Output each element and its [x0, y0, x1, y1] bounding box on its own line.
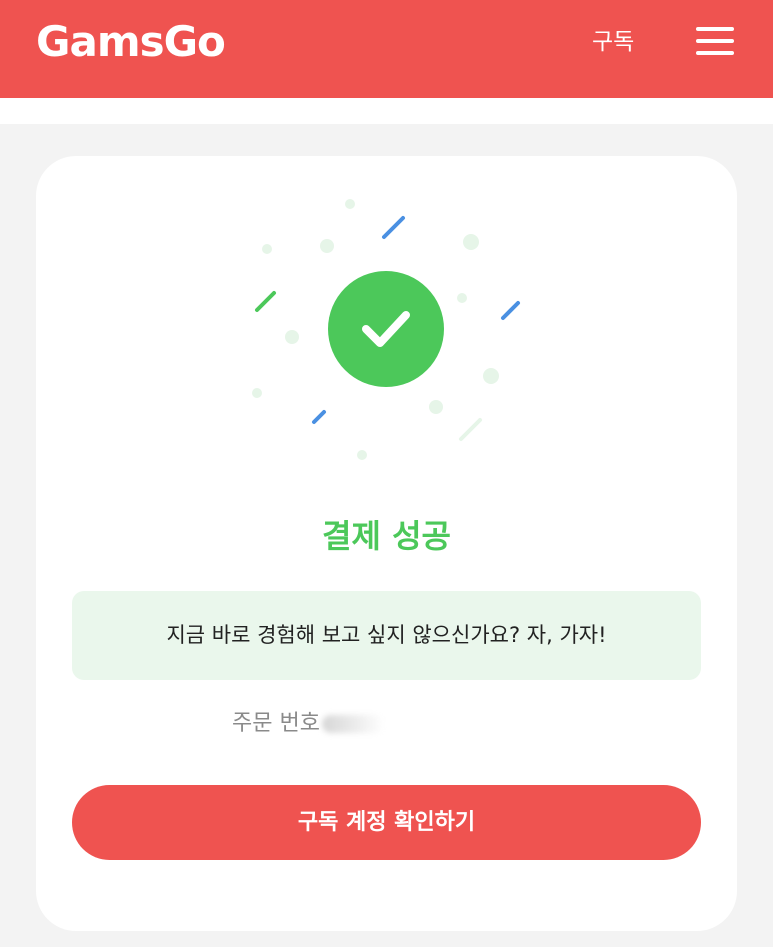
- hamburger-menu-icon[interactable]: [696, 27, 734, 55]
- header-spacer: [0, 98, 773, 124]
- success-illustration: [252, 199, 520, 460]
- payment-success-title: 결제 성공: [322, 517, 451, 555]
- gamsgo-logo[interactable]: GamsGo: [36, 14, 226, 70]
- payment-success-card: 결제 성공 지금 바로 경험해 보고 싶지 않으신가요? 자, 가자! 주문 번…: [36, 156, 737, 931]
- message-box: 지금 바로 경험해 보고 싶지 않으신가요? 자, 가자!: [72, 591, 701, 680]
- order-number-label: 주문 번호: [232, 711, 320, 736]
- order-number: 주문 번호: [232, 709, 384, 739]
- order-number-redacted: [321, 715, 384, 733]
- message-text: 지금 바로 경험해 보고 싶지 않으신가요? 자, 가자!: [166, 623, 607, 647]
- subscription-nav-link[interactable]: 구독: [592, 27, 634, 57]
- check-subscription-account-button[interactable]: 구독 계정 확인하기: [72, 785, 701, 860]
- top-header: GamsGo 구독: [0, 0, 773, 98]
- check-circle-icon: [328, 271, 444, 387]
